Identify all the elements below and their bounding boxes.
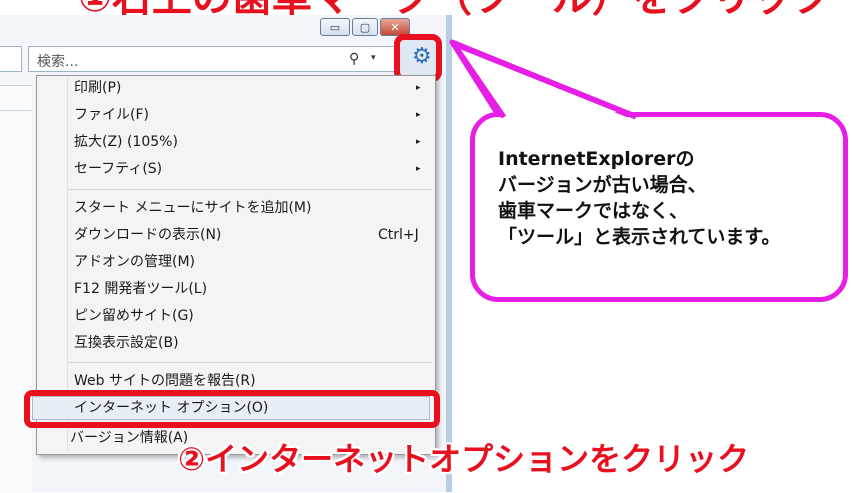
callout-line: バージョンが古い場合、 xyxy=(498,174,707,196)
callout-text: InternetExplorerの バージョンが古い場合、 歯車マークではなく、… xyxy=(498,146,848,250)
callout-line: 「ツール」と表示されています。 xyxy=(498,226,781,248)
callout-line: InternetExplorerの xyxy=(498,148,695,170)
callout-line: 歯車マークではなく、 xyxy=(498,200,689,222)
